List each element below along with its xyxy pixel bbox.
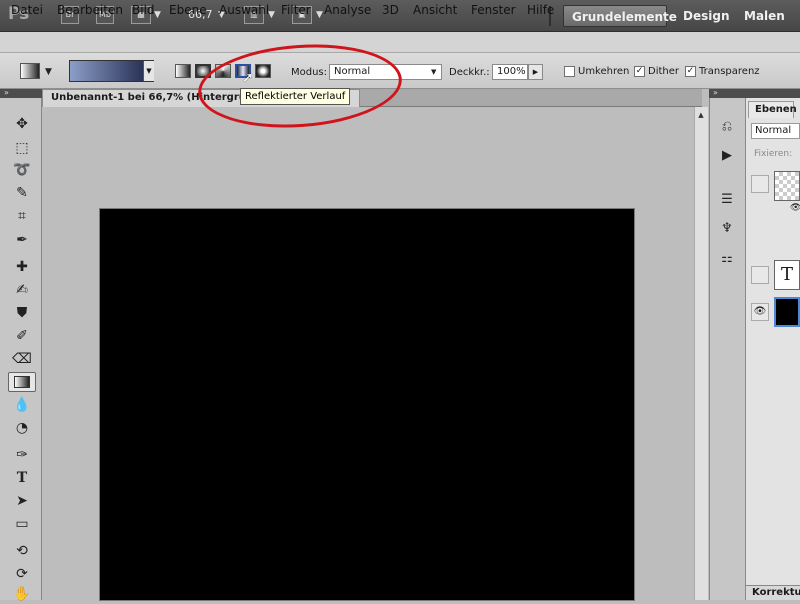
menu-datei[interactable]: Datei [11,3,43,17]
3d-rotate-tool-icon[interactable]: ⟲ [8,541,36,561]
collapse-icon[interactable]: » [4,88,9,97]
lasso-tool-icon[interactable]: ➰ [8,160,36,180]
chevron-down-icon[interactable]: ▼ [45,67,52,77]
transparency-label: Transparenz [699,66,760,77]
menu-auswahl[interactable]: Auswahl [219,3,269,17]
dither-label: Dither [648,66,680,77]
menu-bearbeiten[interactable]: Bearbeiten [57,3,123,17]
eyedropper-tool-icon[interactable]: ✒ [8,230,36,250]
gradient-picker-chevron-icon[interactable]: ▼ [143,61,154,81]
korrektur-panel-tab[interactable]: Korrektur [746,585,800,600]
brush-tool-icon[interactable]: ✍ [8,280,36,300]
move-tool-icon[interactable]: ✥ [8,114,36,134]
menu-ebene[interactable]: Ebene [169,3,207,17]
type-tool-icon[interactable]: T [8,468,36,488]
reverse-checkbox[interactable] [564,66,575,77]
document-canvas[interactable] [100,209,634,600]
gradient-tool-icon[interactable] [8,372,36,392]
history-brush-tool-icon[interactable]: ✐ [8,326,36,346]
quick-selection-tool-icon[interactable]: ✎ [8,183,36,203]
tool-preset-icon[interactable] [20,63,40,79]
layer-thumbnail[interactable] [774,171,800,201]
history-panel-icon[interactable]: ⎌ [717,118,737,136]
layer-visibility-toggle[interactable] [751,266,769,284]
menu-bar [0,32,800,53]
adjustments-panel-icon[interactable]: ☰ [717,191,737,209]
workspace-grundelemente[interactable]: Grundelemente [563,5,677,27]
menu-fenster[interactable]: Fenster [471,3,516,17]
eraser-tool-icon[interactable]: ⌫ [8,349,36,369]
3d-orbit-tool-icon[interactable]: ⟳ [8,564,36,584]
chevron-down-icon[interactable]: ▼ [316,10,323,20]
menu-filter[interactable]: Filter [281,3,311,17]
text-layer-thumbnail[interactable]: T [774,260,800,290]
dither-checkbox[interactable]: ✓ [634,66,645,77]
dock-header[interactable] [709,89,800,98]
blur-tool-icon[interactable]: 💧 [8,395,36,415]
path-selection-tool-icon[interactable]: ➤ [8,491,36,511]
transparency-checkbox[interactable]: ✓ [685,66,696,77]
rectangle-tool-icon[interactable]: ▭ [8,514,36,534]
lock-label: Fixieren: [754,149,793,159]
clone-source-panel-icon[interactable]: ⚏ [717,250,737,268]
healing-brush-tool-icon[interactable]: ✚ [8,257,36,277]
menu-3d[interactable]: 3D [382,3,399,17]
workspace-design[interactable]: Design [675,5,738,27]
menu-hilfe[interactable]: Hilfe [527,3,554,17]
vertical-scrollbar[interactable] [694,107,708,600]
clone-stamp-tool-icon[interactable]: ⛊ [8,303,36,323]
menu-ansicht[interactable]: Ansicht [413,3,457,17]
reverse-label: Umkehren [578,66,630,77]
marquee-tool-icon[interactable]: ⬚ [8,138,36,158]
dodge-tool-icon[interactable]: ◔ [8,418,36,438]
pen-tool-icon[interactable]: ✑ [8,445,36,465]
tooltip: Reflektierter Verlauf [240,88,351,105]
actions-panel-icon[interactable]: ▶ [717,147,737,165]
background-layer-thumbnail[interactable] [774,297,800,327]
layer-blend-mode-select[interactable]: Normal [751,123,800,139]
panel-dock [709,98,746,600]
hand-tool-icon[interactable]: ✋ [8,584,36,604]
opacity-slider-icon[interactable]: ▶ [528,64,543,80]
eye-icon[interactable]: 👁 [790,203,800,213]
eye-icon[interactable]: 👁 [751,303,769,321]
gradient-preview[interactable] [69,60,154,82]
layers-tab[interactable]: Ebenen [748,101,797,118]
chevron-down-icon[interactable]: ▼ [154,10,161,20]
masks-panel-icon[interactable]: ♆ [717,220,737,238]
opacity-label: Deckkr.: [449,67,490,78]
chevron-down-icon[interactable]: ▼ [431,68,436,76]
opacity-field[interactable]: 100% [492,64,528,80]
linear-gradient-icon[interactable] [175,64,191,78]
menu-analyse[interactable]: Analyse [324,3,371,17]
scroll-up-icon[interactable]: ▲ [694,108,708,122]
layer-visibility-toggle[interactable] [751,175,769,193]
collapse-icon[interactable]: » [713,88,718,97]
menu-bild[interactable]: Bild [132,3,155,17]
crop-tool-icon[interactable]: ⌗ [8,206,36,226]
workspace-malen[interactable]: Malen [736,5,793,27]
